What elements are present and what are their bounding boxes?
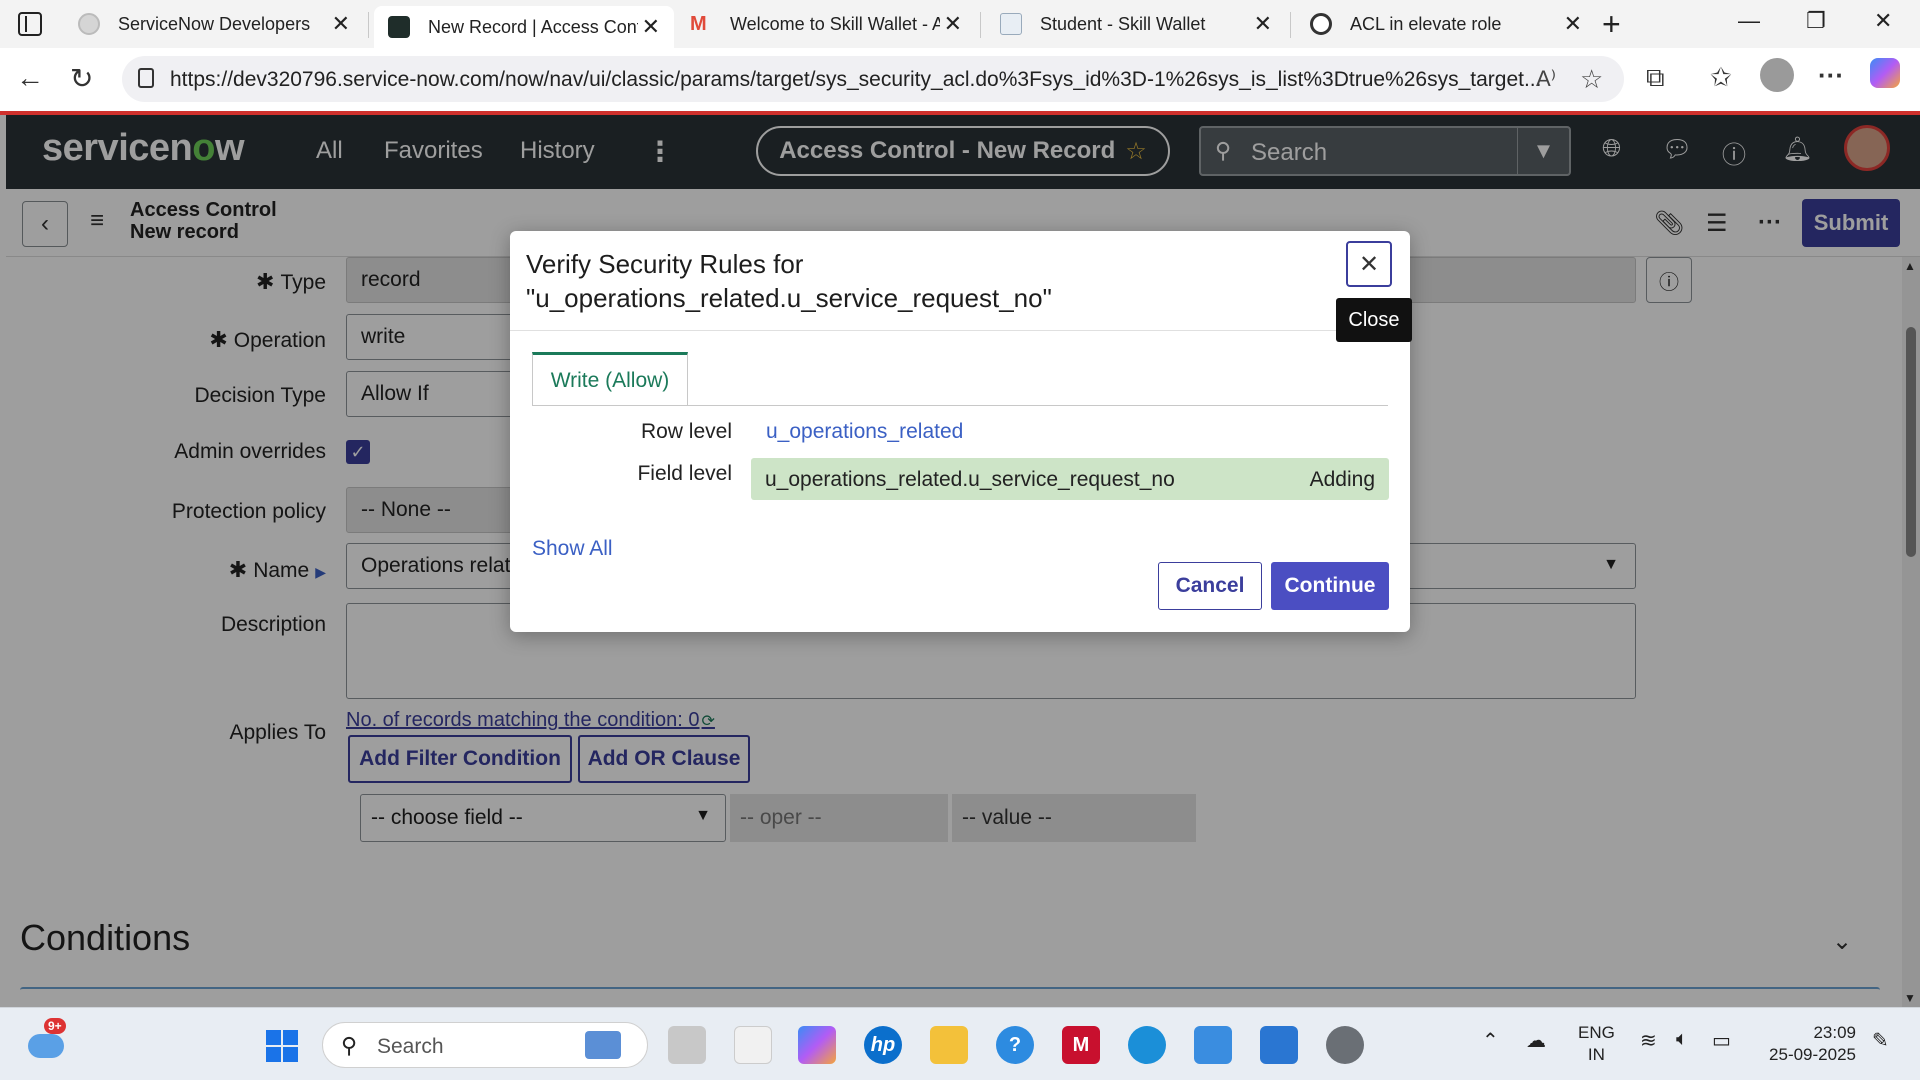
browser-tab-new-record[interactable]: New Record | Access Contr ✕: [374, 6, 674, 48]
chevron-up-icon[interactable]: ⌃: [1482, 1028, 1499, 1053]
continue-button[interactable]: Continue: [1271, 562, 1389, 610]
row-level-label: Row level: [640, 420, 732, 443]
clock-date: 25-09-2025: [1769, 1045, 1856, 1064]
tab-underline: [532, 405, 1388, 406]
get-help-icon[interactable]: ?: [996, 1026, 1034, 1064]
taskbar-search-placeholder: Search: [377, 1035, 444, 1058]
browser-tab-acl-elevate-role[interactable]: ACL in elevate role ✕: [1296, 6, 1596, 42]
browser-toolbar: ← ↻ https://dev320796.service-now.com/no…: [0, 48, 1920, 112]
browser-tab-skill-wallet-welcome[interactable]: M Welcome to Skill Wallet - A ✕: [676, 6, 976, 42]
dialog-divider: [510, 330, 1410, 331]
page-favicon-icon: [1000, 13, 1022, 35]
notification-center-icon[interactable]: ✎: [1872, 1028, 1889, 1053]
taskbar-search[interactable]: ⚲ Search: [322, 1022, 648, 1068]
extensions-icon[interactable]: ⧉: [1646, 62, 1665, 94]
volume-icon[interactable]: 🔈︎: [1676, 1028, 1688, 1051]
address-bar[interactable]: https://dev320796.service-now.com/now/na…: [122, 56, 1624, 102]
back-arrow-icon[interactable]: ←: [16, 62, 44, 94]
browser-tab-strip: ServiceNow Developers ✕ New Record | Acc…: [0, 0, 1920, 48]
tab-title: ServiceNow Developers: [118, 13, 311, 34]
field-level-row: u_operations_related.u_service_request_n…: [751, 458, 1389, 500]
tab-title: Student - Skill Wallet: [1040, 13, 1206, 34]
search-icon: ⚲: [341, 1033, 358, 1058]
cancel-button[interactable]: Cancel: [1158, 562, 1262, 610]
show-all-link[interactable]: Show All: [532, 537, 613, 561]
chatgpt-favicon-icon: [1310, 13, 1332, 35]
close-tab-icon[interactable]: ✕: [642, 14, 660, 40]
onedrive-icon[interactable]: ☁︎: [1526, 1028, 1546, 1053]
restore-icon[interactable]: ❐: [1806, 8, 1826, 34]
system-clock[interactable]: 23:09 25-09-2025: [1760, 1022, 1856, 1066]
verify-security-rules-dialog: Verify Security Rules for "u_operations_…: [510, 231, 1410, 632]
tab-separator: [368, 12, 369, 38]
servicenow-favicon-icon: [388, 16, 410, 38]
edge-browser-icon[interactable]: [1128, 1026, 1166, 1064]
weather-badge: 9+: [44, 1018, 66, 1034]
windows-taskbar: 9+ ⚲ Search hp ? M ⌃ ☁︎ ENG IN ≋ 🔈︎ ▭ 23…: [0, 1007, 1920, 1080]
clock-time: 23:09: [1813, 1023, 1856, 1042]
tab-write-allow[interactable]: Write (Allow): [532, 352, 688, 406]
notepad-icon[interactable]: [1194, 1026, 1232, 1064]
copilot-app-icon[interactable]: [798, 1026, 836, 1064]
minimize-icon[interactable]: —: [1738, 8, 1760, 34]
start-button[interactable]: [266, 1030, 298, 1062]
close-window-icon[interactable]: ✕: [1874, 8, 1892, 34]
browser-tab-servicenow-developers[interactable]: ServiceNow Developers ✕: [64, 6, 364, 42]
close-tab-icon[interactable]: ✕: [332, 11, 350, 37]
servicenow-favicon-icon: [78, 13, 100, 35]
language-indicator[interactable]: ENG IN: [1578, 1022, 1615, 1066]
field-level-value: u_operations_related.u_service_request_n…: [765, 468, 1175, 491]
close-tab-icon[interactable]: ✕: [1254, 11, 1272, 37]
favorites-icon[interactable]: ✩: [1710, 62, 1732, 93]
close-tab-icon[interactable]: ✕: [944, 11, 962, 37]
close-tooltip: Close: [1336, 298, 1412, 342]
mcafee-icon[interactable]: M: [1062, 1026, 1100, 1064]
field-level-status: Adding: [1309, 468, 1375, 491]
tab-separator: [980, 12, 981, 38]
microsoft-store-icon[interactable]: [734, 1026, 772, 1064]
hp-app-icon[interactable]: hp: [864, 1026, 902, 1064]
close-tab-icon[interactable]: ✕: [1564, 11, 1582, 37]
field-level-label: Field level: [637, 462, 732, 485]
close-button[interactable]: ✕: [1346, 241, 1392, 287]
weather-cloud-icon: [28, 1034, 64, 1058]
row-level-link[interactable]: u_operations_related: [766, 420, 963, 444]
tab-title: ACL in elevate role: [1350, 13, 1502, 34]
tab-separator: [1290, 12, 1291, 38]
more-options-icon[interactable]: ···: [1818, 60, 1844, 91]
url-text[interactable]: https://dev320796.service-now.com/now/na…: [170, 68, 1550, 92]
wifi-icon[interactable]: ≋: [1640, 1028, 1657, 1053]
read-aloud-icon[interactable]: A⁾: [1536, 66, 1556, 92]
favorite-star-icon[interactable]: ☆: [1580, 64, 1603, 95]
file-explorer-icon[interactable]: [930, 1026, 968, 1064]
copilot-icon[interactable]: [1870, 58, 1900, 88]
refresh-icon[interactable]: ↻: [70, 62, 93, 95]
search-highlight-icon: [585, 1031, 621, 1059]
task-view-icon[interactable]: [668, 1026, 706, 1064]
battery-icon[interactable]: ▭: [1712, 1028, 1731, 1053]
settings-gear-icon[interactable]: [1326, 1026, 1364, 1064]
tab-title: New Record | Access Contr: [428, 16, 638, 37]
lock-icon: [138, 68, 154, 88]
photos-icon[interactable]: [1260, 1026, 1298, 1064]
browser-tab-student-skill-wallet[interactable]: Student - Skill Wallet ✕: [986, 6, 1286, 42]
profile-avatar[interactable]: [1760, 58, 1794, 92]
tab-title: Welcome to Skill Wallet - A: [730, 13, 940, 34]
new-tab-button[interactable]: +: [1602, 6, 1621, 43]
dialog-title: Verify Security Rules for "u_operations_…: [526, 249, 1052, 313]
tab-actions-icon[interactable]: [18, 12, 42, 36]
gmail-favicon-icon: M: [690, 13, 707, 35]
